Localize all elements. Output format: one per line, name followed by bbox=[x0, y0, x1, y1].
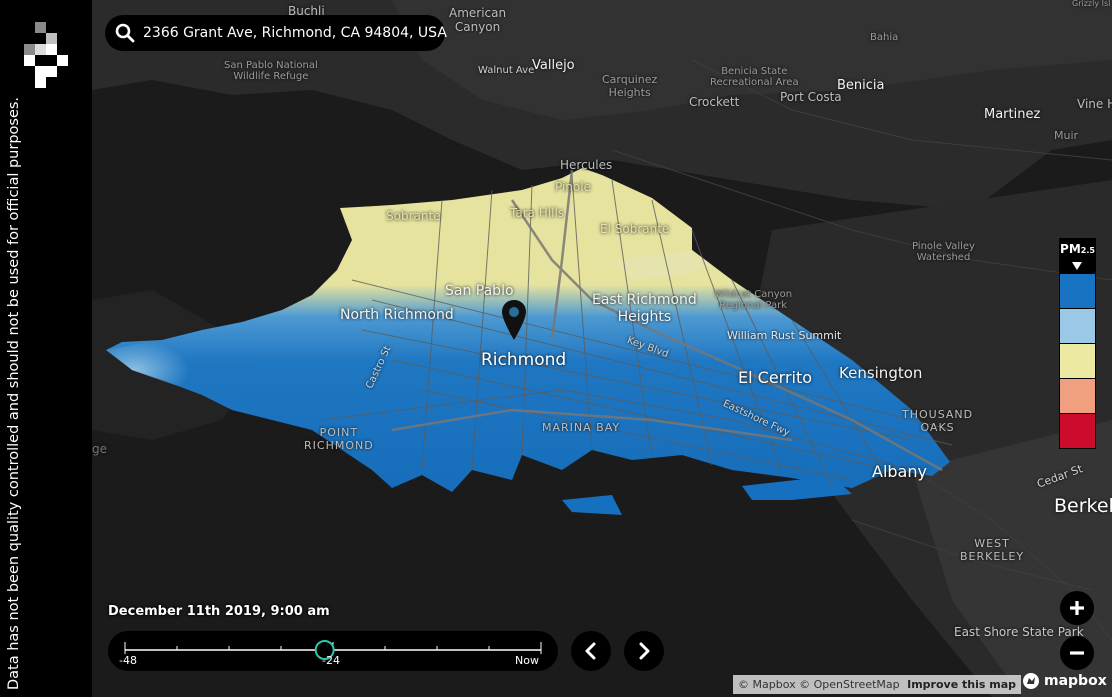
legend-swatch bbox=[1059, 414, 1096, 449]
legend-swatch bbox=[1059, 344, 1096, 379]
map-label: Hercules bbox=[560, 158, 613, 172]
map-label: Albany bbox=[872, 462, 927, 481]
map-label: Pinole Valley Watershed bbox=[912, 241, 975, 263]
map-label: Richmond bbox=[481, 350, 567, 370]
minus-icon bbox=[1070, 651, 1084, 655]
timeline-slider[interactable]: -48 -24 Now bbox=[108, 631, 558, 671]
map-label: Benicia State Recreational Area bbox=[710, 66, 799, 88]
mapbox-logo[interactable]: mapbox bbox=[1022, 672, 1107, 690]
map-canvas[interactable]: Buchli American Canyon Bahia San Pablo N… bbox=[92, 0, 1112, 697]
legend-swatch bbox=[1059, 309, 1096, 344]
map-label: MARINA BAY bbox=[542, 421, 621, 434]
map-label: El Cerrito bbox=[738, 368, 813, 387]
map-label: American Canyon bbox=[449, 6, 507, 34]
address-search-bar[interactable]: 2366 Grant Ave, Richmond, CA 94804, USA bbox=[105, 15, 447, 51]
legend-swatch bbox=[1059, 379, 1096, 414]
map-label: Wildcat Canyon Regional Park bbox=[714, 289, 793, 311]
search-icon[interactable] bbox=[115, 23, 135, 43]
pm25-legend: PM2.5 bbox=[1059, 238, 1096, 449]
plus-icon bbox=[1070, 601, 1084, 615]
timeline-end-label: Now bbox=[515, 654, 539, 667]
map-label: San Pablo National Wildlife Refuge bbox=[224, 60, 318, 82]
zoom-in-button[interactable] bbox=[1060, 591, 1094, 625]
disclaimer-text: Data has not been quality controlled and… bbox=[6, 96, 22, 690]
map-label: Port Costa bbox=[780, 90, 842, 104]
timeline-date-label: December 11th 2019, 9:00 am bbox=[108, 604, 330, 619]
map-label: Crockett bbox=[689, 95, 740, 109]
map-label: Walnut Ave bbox=[478, 65, 535, 76]
timeline-mid-label: -24 bbox=[322, 654, 340, 667]
map-label: El Sobrante bbox=[600, 222, 670, 236]
previous-time-button[interactable] bbox=[571, 631, 611, 671]
map-label: POINT RICHMOND bbox=[304, 426, 374, 452]
map-label: Kensington bbox=[839, 364, 923, 382]
map-label: WEST BERKELEY bbox=[960, 537, 1025, 563]
map-label: ge bbox=[92, 442, 107, 456]
mapbox-attribution-link[interactable]: © Mapbox bbox=[738, 678, 796, 691]
chevron-left-icon bbox=[585, 642, 596, 660]
mapbox-logo-icon bbox=[1023, 673, 1039, 689]
map-label: Vine H bbox=[1077, 97, 1112, 111]
improve-map-link[interactable]: Improve this map bbox=[907, 678, 1016, 691]
map-label: Carquinez Heights bbox=[602, 73, 658, 99]
map-label: Berkel bbox=[1054, 495, 1112, 517]
legend-header[interactable]: PM2.5 bbox=[1059, 238, 1096, 274]
next-time-button[interactable] bbox=[624, 631, 664, 671]
map-label: Benicia bbox=[837, 78, 885, 93]
map-label: Grizzly Isl bbox=[1072, 0, 1111, 8]
sidebar: Data has not been quality controlled and… bbox=[0, 0, 92, 697]
map-label: Vallejo bbox=[532, 58, 575, 73]
legend-title: PM2.5 bbox=[1060, 242, 1095, 256]
map-label: Sobrante bbox=[386, 209, 441, 223]
search-input[interactable]: 2366 Grant Ave, Richmond, CA 94804, USA bbox=[143, 25, 447, 41]
mapbox-logo-text: mapbox bbox=[1044, 673, 1107, 689]
chevron-right-icon bbox=[639, 642, 650, 660]
map-label: Tara Hills bbox=[510, 206, 565, 220]
map-label: Muir bbox=[1054, 129, 1079, 142]
legend-swatch bbox=[1059, 274, 1096, 309]
map-label: THOUSAND OAKS bbox=[902, 408, 974, 434]
map-label: Pinole bbox=[555, 180, 591, 194]
map-attribution: © Mapbox © OpenStreetMap Improve this ma… bbox=[733, 675, 1021, 694]
map-label: William Rust Summit bbox=[727, 329, 842, 342]
timeline-start-label: -48 bbox=[119, 654, 137, 667]
map-label: North Richmond bbox=[340, 307, 454, 323]
osm-attribution-link[interactable]: © OpenStreetMap bbox=[799, 678, 900, 691]
map-label: Martinez bbox=[984, 107, 1041, 122]
caret-down-icon[interactable] bbox=[1072, 262, 1082, 270]
map-label: East Richmond Heights bbox=[592, 292, 697, 325]
map-label: East Shore State Park bbox=[954, 625, 1084, 639]
map-label: San Pablo bbox=[445, 283, 514, 299]
map-background bbox=[92, 0, 1112, 697]
zoom-out-button[interactable] bbox=[1060, 636, 1094, 670]
app-logo-icon[interactable] bbox=[24, 22, 68, 88]
map-label: Bahia bbox=[870, 32, 899, 43]
